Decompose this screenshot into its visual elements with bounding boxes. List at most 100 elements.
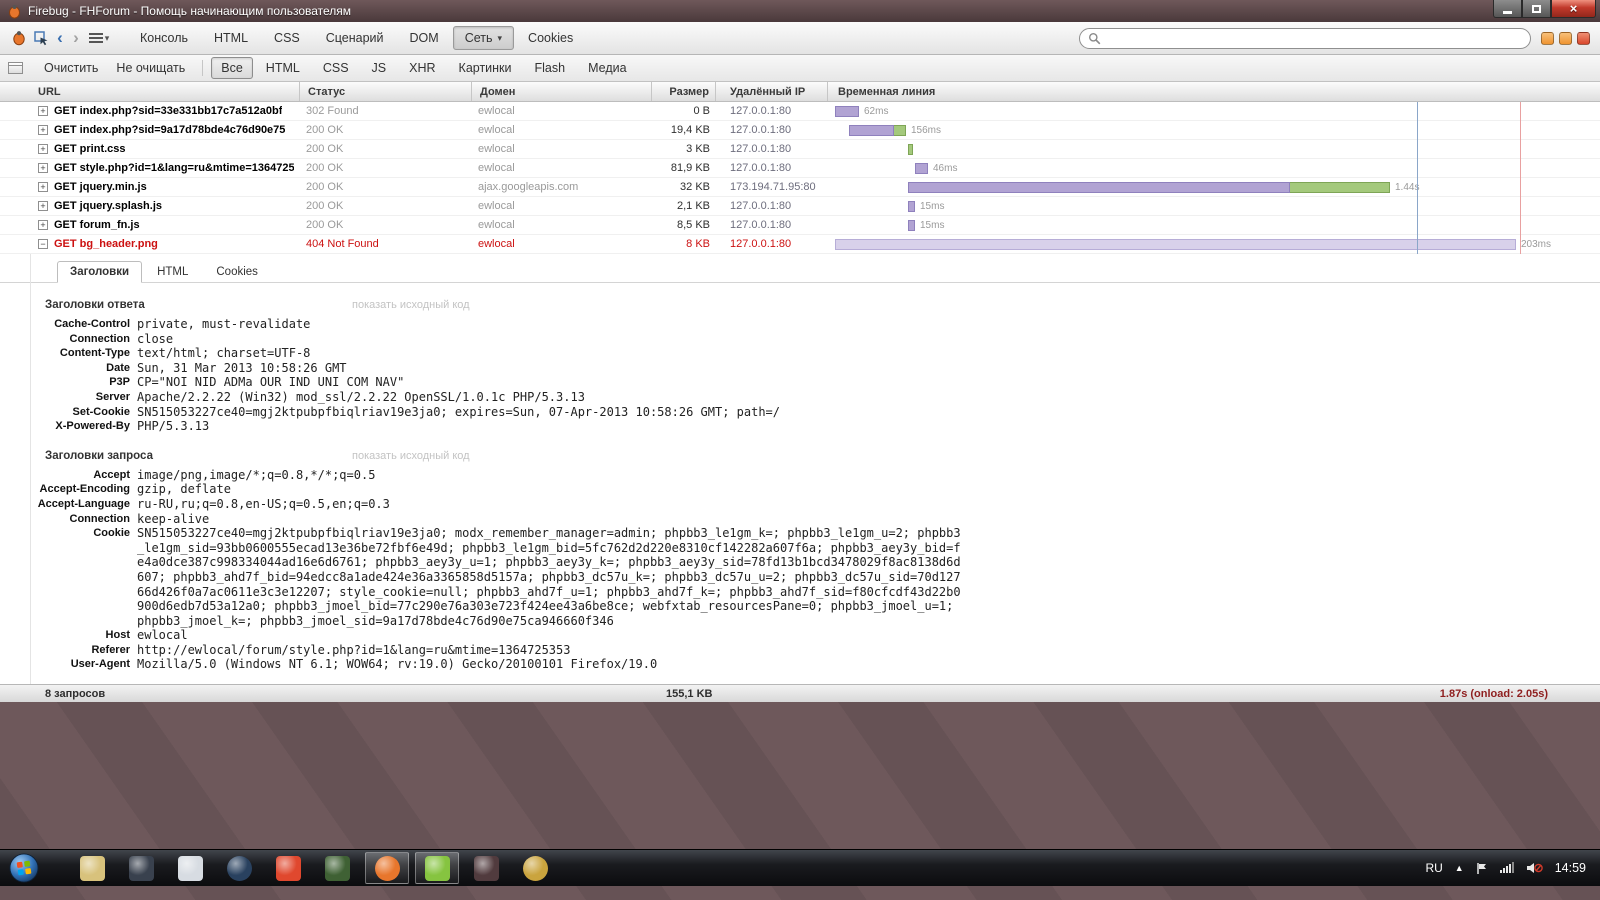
header-name: Content-Type <box>0 346 130 361</box>
filter-button-1[interactable]: HTML <box>256 57 310 79</box>
back-icon[interactable]: ‹ <box>52 28 68 48</box>
persist-button[interactable]: Не очищать <box>107 58 194 78</box>
panel-tab-2[interactable]: CSS <box>262 26 312 50</box>
url-cell: +GET jquery.splash.js <box>0 200 300 212</box>
panel-tab-label: Сценарий <box>326 31 384 45</box>
net-request-row[interactable]: +GET jquery.min.js200 OKajax.googleapis.… <box>0 178 1600 197</box>
volume-muted-icon[interactable] <box>1526 861 1543 875</box>
column-header-3[interactable]: Размер <box>652 82 716 101</box>
show-hidden-icons[interactable]: ▲ <box>1455 863 1464 873</box>
panel-list-menu[interactable]: ▾ <box>84 27 114 49</box>
header-row: Accept-Languageru-RU,ru;q=0.8,en-US;q=0.… <box>0 497 1600 512</box>
clock[interactable]: 14:59 <box>1555 861 1586 875</box>
game-ball-taskbar-button[interactable] <box>511 852 560 884</box>
net-request-row[interactable]: +GET index.php?sid=33e331bb17c7a512a0bf3… <box>0 102 1600 121</box>
filter-button-6[interactable]: Flash <box>525 57 576 79</box>
expand-icon[interactable]: + <box>38 163 48 173</box>
status-cell: 404 Not Found <box>300 238 472 250</box>
game-ball-icon <box>523 856 548 881</box>
explorer-folder-taskbar-button[interactable] <box>68 852 117 884</box>
title-bar[interactable]: Firebug - FHForum - Помощь начинающим по… <box>0 0 1600 22</box>
inspect-element-icon[interactable] <box>30 27 52 49</box>
firebug-menu-icon[interactable] <box>8 27 30 49</box>
panel-tab-6[interactable]: Cookies <box>516 26 585 50</box>
timeline-cell: 203ms <box>828 235 1600 253</box>
filter-button-7[interactable]: Медиа <box>578 57 636 79</box>
panel-close-button[interactable] <box>1577 32 1590 45</box>
expand-icon[interactable]: + <box>38 125 48 135</box>
notes-pen-icon <box>178 856 203 881</box>
filter-button-5[interactable]: Картинки <box>449 57 522 79</box>
panel-tab-3[interactable]: Сценарий <box>314 26 396 50</box>
notes-pen-taskbar-button[interactable] <box>166 852 215 884</box>
column-header-1[interactable]: Статус <box>300 82 472 101</box>
expand-icon[interactable]: + <box>38 144 48 154</box>
column-header-5[interactable]: Временная линия <box>828 82 1600 101</box>
header-name: Accept-Language <box>0 497 130 512</box>
notepad-plus-taskbar-button[interactable] <box>415 852 459 884</box>
close-button[interactable]: × <box>1551 0 1596 18</box>
filter-button-3[interactable]: JS <box>362 57 397 79</box>
detail-tab-2[interactable]: Cookies <box>203 261 271 283</box>
net-request-row[interactable]: −GET bg_header.png404 Not Foundewlocal8 … <box>0 235 1600 254</box>
timeline-label: 62ms <box>864 106 888 117</box>
panel-button-1[interactable] <box>1541 32 1554 45</box>
panel-tab-1[interactable]: HTML <box>202 26 260 50</box>
firefox-taskbar-button[interactable] <box>365 852 409 884</box>
net-request-row[interactable]: +GET index.php?sid=9a17d78bde4c76d90e752… <box>0 121 1600 140</box>
header-value: text/html; charset=UTF-8 <box>137 346 310 361</box>
start-button[interactable] <box>8 852 40 884</box>
expand-icon[interactable]: + <box>38 106 48 116</box>
panel-tab-4[interactable]: DOM <box>398 26 451 50</box>
panel-button-2[interactable] <box>1559 32 1572 45</box>
collapse-icon[interactable]: − <box>38 239 48 249</box>
headers-view: Заголовки ответапоказать исходный кодCac… <box>0 283 1600 684</box>
panel-tab-5[interactable]: Сеть▾ <box>453 26 514 50</box>
header-value: ewlocal <box>137 628 188 643</box>
view-source-link[interactable]: показать исходный код <box>352 299 470 311</box>
net-request-row[interactable]: +GET style.php?id=1&lang=ru&mtime=136472… <box>0 159 1600 178</box>
detail-tab-0[interactable]: Заголовки <box>57 261 142 283</box>
utility-app-taskbar-button[interactable] <box>462 852 511 884</box>
filter-button-2[interactable]: CSS <box>313 57 359 79</box>
maximize-button[interactable] <box>1522 0 1551 18</box>
expand-icon[interactable]: + <box>38 182 48 192</box>
network-status-icon[interactable] <box>1500 863 1514 873</box>
column-header-2[interactable]: Домен <box>472 82 652 101</box>
firebug-window-buttons <box>1541 32 1590 45</box>
toggle-sidepanel-icon[interactable] <box>8 62 23 74</box>
column-header-4[interactable]: Удалённый IP <box>716 82 828 101</box>
header-name: Server <box>0 390 130 405</box>
language-indicator[interactable]: RU <box>1425 861 1442 875</box>
expand-icon[interactable]: + <box>38 220 48 230</box>
header-name: Cache-Control <box>0 317 130 332</box>
net-request-row[interactable]: +GET print.css200 OKewlocal3 KB127.0.0.1… <box>0 140 1600 159</box>
minimize-button[interactable] <box>1493 0 1522 18</box>
media-player-taskbar-button[interactable] <box>117 852 166 884</box>
net-request-row[interactable]: +GET forum_fn.js200 OKewlocal8,5 KB127.0… <box>0 216 1600 235</box>
header-value: keep-alive <box>137 512 209 527</box>
clear-button[interactable]: Очистить <box>35 58 107 78</box>
firebug-toolbar: ‹ › ▾ КонсольHTMLCSS Сценарий DOM Сеть▾Cook… <box>0 22 1600 55</box>
opera-browser-taskbar-button[interactable] <box>264 852 313 884</box>
timeline-label: 1.44s <box>1395 182 1419 193</box>
net-request-row[interactable]: +GET jquery.splash.js200 OKewlocal2,1 KB… <box>0 197 1600 216</box>
view-source-link[interactable]: показать исходный код <box>352 450 470 462</box>
filter-button-0[interactable]: Все <box>211 57 253 79</box>
chevron-down-icon: ▾ <box>498 33 503 44</box>
filter-button-4[interactable]: XHR <box>399 57 445 79</box>
total-time: 1.87s (onload: 2.05s) <box>1440 688 1548 700</box>
expand-icon[interactable]: + <box>38 201 48 211</box>
messenger-taskbar-button[interactable] <box>313 852 362 884</box>
phone-app-taskbar-button[interactable] <box>215 852 264 884</box>
column-header-0[interactable]: URL <box>0 82 300 101</box>
search-box[interactable] <box>1079 28 1531 49</box>
timeline-cell: 15ms <box>828 197 1600 215</box>
detail-tab-1[interactable]: HTML <box>144 261 201 283</box>
panel-tab-label: DOM <box>410 31 439 45</box>
action-center-flag-icon[interactable] <box>1476 862 1488 875</box>
panel-tab-0[interactable]: Консоль <box>128 26 200 50</box>
request-count: 8 запросов <box>0 688 105 700</box>
search-input[interactable] <box>1106 31 1522 45</box>
forward-icon[interactable]: › <box>68 28 84 48</box>
